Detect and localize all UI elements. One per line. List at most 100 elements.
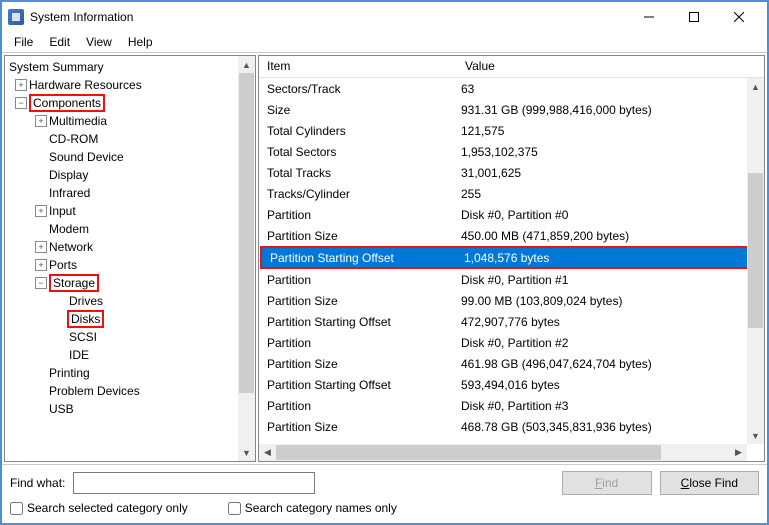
title-bar: System Information [2,2,767,32]
tree-modem[interactable]: Modem [5,220,255,238]
list-vscrollbar[interactable]: ▲ ▼ [747,78,764,444]
list-row[interactable]: Partition Size450.00 MB (471,859,200 byt… [259,225,764,246]
item-cell: Size [259,103,457,117]
value-cell: 255 [457,187,764,201]
menu-view[interactable]: View [78,33,120,51]
value-cell: 931.31 GB (999,988,416,000 bytes) [457,103,764,117]
menu-help[interactable]: Help [120,33,161,51]
list-row[interactable]: Total Sectors1,953,102,375 [259,141,764,162]
menu-bar: File Edit View Help [2,32,767,52]
list-pane: Item Value Sectors/Track63Size931.31 GB … [258,55,765,462]
tree-display[interactable]: Display [5,166,255,184]
list-row[interactable]: PartitionDisk #0, Partition #3 [259,395,764,416]
close-find-button[interactable]: Close Find [660,471,759,495]
value-cell: Disk #0, Partition #3 [457,399,764,413]
list-hscroll-thumb[interactable] [276,445,661,460]
value-cell: 472,907,776 bytes [457,315,764,329]
item-cell: Partition Size [259,420,457,434]
scroll-down-arrow[interactable]: ▼ [747,427,764,444]
find-input[interactable] [73,472,314,494]
tree-printing[interactable]: Printing [5,364,255,382]
tree-pane: System Summary +Hardware Resources −Comp… [4,55,256,462]
tree-drives[interactable]: Drives [5,292,255,310]
col-value-header[interactable]: Value [457,56,764,77]
expand-icon[interactable]: + [35,205,47,217]
tree-ports[interactable]: +Ports [5,256,255,274]
search-names-checkbox[interactable]: Search category names only [228,501,397,515]
expand-icon[interactable]: + [35,115,47,127]
value-cell: 461.98 GB (496,047,624,704 bytes) [457,357,764,371]
value-cell: 1,953,102,375 [457,145,764,159]
tree-scsi[interactable]: SCSI [5,328,255,346]
value-cell: Disk #0, Partition #1 [457,273,764,287]
list-row[interactable]: PartitionDisk #0, Partition #1 [259,269,764,290]
tree-scroll-thumb[interactable] [239,73,254,393]
item-cell: Partition Starting Offset [259,378,457,392]
find-label: Find what: [10,476,65,490]
item-cell: Partition [259,336,457,350]
tree-components[interactable]: −Components [5,94,255,112]
minimize-button[interactable] [626,3,671,31]
value-cell: 121,575 [457,124,764,138]
tree-ide[interactable]: IDE [5,346,255,364]
collapse-icon[interactable]: − [35,277,47,289]
search-selected-checkbox[interactable]: Search selected category only [10,501,188,515]
expand-icon[interactable]: + [35,259,47,271]
item-cell: Partition Size [259,294,457,308]
scroll-down-arrow[interactable]: ▼ [238,444,255,461]
tree-infrared[interactable]: Infrared [5,184,255,202]
tree-input[interactable]: +Input [5,202,255,220]
list-row[interactable]: Size931.31 GB (999,988,416,000 bytes) [259,99,764,120]
menu-file[interactable]: File [6,33,41,51]
tree-system-summary[interactable]: System Summary [5,58,255,76]
item-cell: Partition Starting Offset [259,315,457,329]
tree-multimedia[interactable]: +Multimedia [5,112,255,130]
scroll-left-arrow[interactable]: ◀ [259,444,276,461]
tree-scrollbar[interactable]: ▲ ▼ [238,56,255,461]
maximize-button[interactable] [671,3,716,31]
tree-cdrom[interactable]: CD-ROM [5,130,255,148]
item-cell: Sectors/Track [259,82,457,96]
list-vscroll-thumb[interactable] [748,173,763,328]
collapse-icon[interactable]: − [15,97,27,109]
item-cell: Total Cylinders [259,124,457,138]
list-row[interactable]: PartitionDisk #0, Partition #2 [259,332,764,353]
tree-storage[interactable]: −Storage [5,274,255,292]
expand-icon[interactable]: + [35,241,47,253]
tree-usb[interactable]: USB [5,400,255,418]
scroll-right-arrow[interactable]: ▶ [730,444,747,461]
find-button[interactable]: Find [562,471,652,495]
expand-icon[interactable]: + [15,79,27,91]
find-panel: Find what: Find Close Find Search select… [2,464,767,523]
col-item-header[interactable]: Item [259,56,457,77]
value-cell: 99.00 MB (103,809,024 bytes) [457,294,764,308]
tree-problem-devices[interactable]: Problem Devices [5,382,255,400]
list-row[interactable]: Partition Starting Offset593,494,016 byt… [259,374,764,395]
list-row[interactable]: Partition Size461.98 GB (496,047,624,704… [259,353,764,374]
list-row[interactable]: Total Cylinders121,575 [259,120,764,141]
list-row[interactable]: Partition Size99.00 MB (103,809,024 byte… [259,290,764,311]
value-cell: Disk #0, Partition #2 [457,336,764,350]
scroll-up-arrow[interactable]: ▲ [238,56,255,73]
list-row[interactable]: Partition Starting Offset1,048,576 bytes [262,248,756,267]
tree-sound-device[interactable]: Sound Device [5,148,255,166]
scroll-up-arrow[interactable]: ▲ [747,78,764,95]
tree-network[interactable]: +Network [5,238,255,256]
app-icon [8,9,24,25]
list-row[interactable]: Total Tracks31,001,625 [259,162,764,183]
list-row[interactable]: Partition Starting Offset472,907,776 byt… [259,311,764,332]
list-hscrollbar[interactable]: ◀ ▶ [259,444,747,461]
value-cell: 593,494,016 bytes [457,378,764,392]
list-row[interactable]: PartitionDisk #0, Partition #0 [259,204,764,225]
value-cell: 63 [457,82,764,96]
menu-edit[interactable]: Edit [41,33,78,51]
item-cell: Partition Size [259,357,457,371]
list-row[interactable]: Partition Size468.78 GB (503,345,831,936… [259,416,764,437]
list-row[interactable]: Tracks/Cylinder255 [259,183,764,204]
tree-hardware-resources[interactable]: +Hardware Resources [5,76,255,94]
item-cell: Partition Starting Offset [262,251,460,265]
list-row[interactable]: Sectors/Track63 [259,78,764,99]
close-button[interactable] [716,3,761,31]
tree-disks[interactable]: Disks [5,310,255,328]
item-cell: Total Sectors [259,145,457,159]
